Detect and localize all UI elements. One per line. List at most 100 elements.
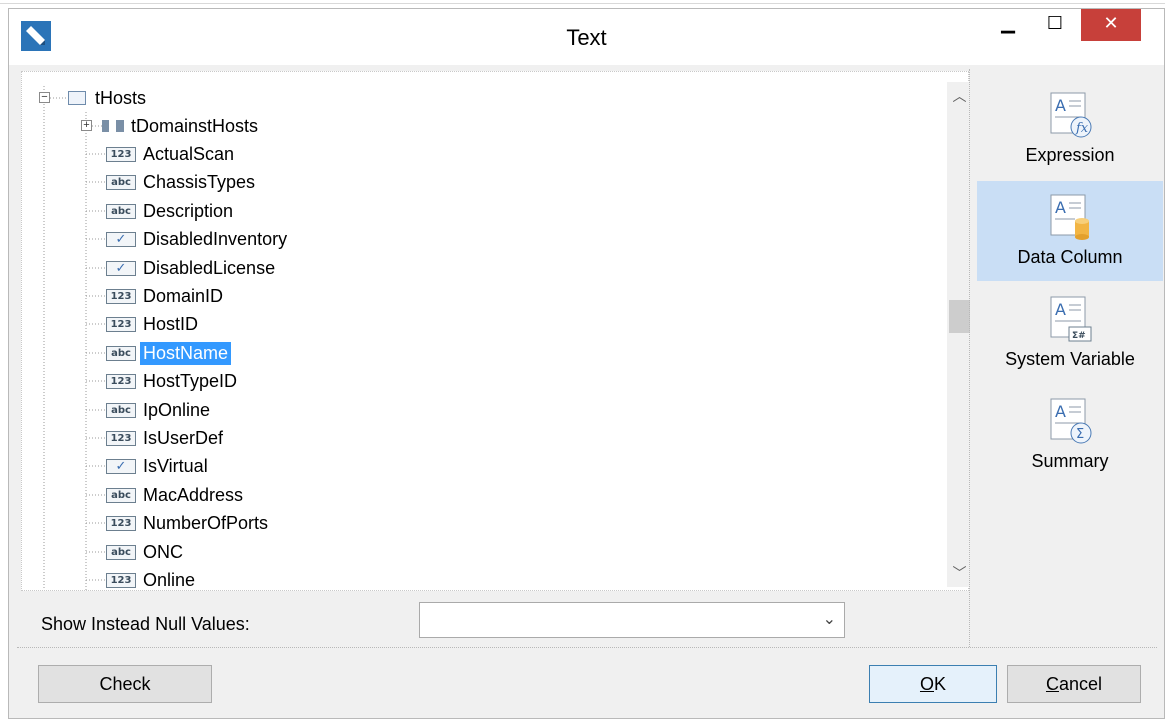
tree-field-item[interactable]: abc ONC: [106, 540, 186, 564]
tree-field-label: IsUserDef: [143, 427, 224, 448]
maximize-button[interactable]: ☐: [1035, 9, 1075, 39]
text-type-icon: abc: [106, 402, 136, 418]
summary-icon: A Σ: [1045, 393, 1095, 449]
tree-field-label: HostID: [143, 313, 199, 334]
svg-text:A: A: [1055, 198, 1066, 217]
numeric-type-icon: 123: [106, 146, 136, 162]
side-item-system-variable[interactable]: A Σ# System Variable: [977, 283, 1163, 383]
ok-label-rest: K: [934, 674, 947, 694]
boolean-type-icon: ✓: [106, 458, 136, 474]
tree-field-label: DisabledInventory: [143, 228, 288, 249]
cancel-label-rest: ancel: [1058, 674, 1103, 694]
side-item-summary[interactable]: A Σ Summary: [977, 385, 1163, 485]
minimize-button[interactable]: ▁: [989, 9, 1027, 39]
tree-field-item[interactable]: ✓ DisabledLicense: [106, 256, 278, 280]
tree-field-item[interactable]: abc IpOnline: [106, 398, 213, 422]
text-type-icon: abc: [106, 345, 136, 361]
insert-type-panel: A fx Expression A Data Column A Σ# Syste…: [973, 69, 1163, 647]
boolean-type-icon: ✓: [106, 260, 136, 276]
text-dialog: Text ▁ ☐ ✕ − tHosts + tDomainstHosts 123…: [8, 8, 1165, 719]
cancel-button[interactable]: Cancel: [1007, 665, 1141, 703]
scroll-thumb[interactable]: [949, 300, 970, 333]
close-icon: ✕: [1103, 13, 1119, 33]
svg-text:fx: fx: [1075, 121, 1089, 136]
screen-top-edge: [0, 0, 1165, 4]
svg-text:Σ: Σ: [1076, 427, 1084, 442]
ok-button[interactable]: OK: [869, 665, 997, 703]
tree-field-item[interactable]: abc ChassisTypes: [106, 170, 258, 194]
field-tree[interactable]: − tHosts + tDomainstHosts 123 ActualScan a…: [21, 71, 972, 592]
tree-collapse-toggle[interactable]: −: [39, 92, 50, 103]
tree-field-item[interactable]: 123 ActualScan: [106, 142, 237, 166]
tree-field-label: Description: [143, 200, 234, 221]
tree-field-label: NumberOfPorts: [143, 512, 269, 533]
tree-field-label: ChassisTypes: [143, 171, 256, 192]
tree-field-item[interactable]: 123 Online: [106, 568, 198, 592]
table-icon: [68, 91, 86, 105]
tree-field-item[interactable]: abc HostName: [106, 341, 232, 365]
tree-field-item[interactable]: 123 HostTypeID: [106, 369, 240, 393]
side-item-label: Data Column: [1017, 247, 1123, 267]
tree-field-label: MacAddress: [143, 484, 244, 505]
side-item-data-column[interactable]: A Data Column: [977, 181, 1163, 281]
check-button[interactable]: Check: [38, 665, 212, 703]
tree-node-label: tDomainstHosts: [131, 115, 259, 136]
numeric-type-icon: 123: [106, 316, 136, 332]
side-item-expression[interactable]: A fx Expression: [977, 79, 1163, 179]
chevron-down-icon: ⌄: [822, 611, 836, 628]
text-type-icon: abc: [106, 487, 136, 503]
tree-field-label: ONC: [143, 541, 183, 562]
svg-text:A: A: [1055, 402, 1066, 421]
panel-divider: [969, 69, 970, 647]
tree-field-label: HostName: [140, 341, 232, 365]
tree-field-item[interactable]: abc MacAddress: [106, 483, 246, 507]
minimize-icon: ▁: [1001, 13, 1015, 33]
side-item-label: System Variable: [1005, 349, 1135, 369]
ok-mnemonic: O: [919, 674, 934, 694]
tree-field-label: IsVirtual: [143, 455, 208, 476]
tree-expand-toggle[interactable]: +: [81, 120, 92, 131]
tree-field-label: Online: [143, 569, 196, 590]
numeric-type-icon: 123: [106, 288, 136, 304]
text-type-icon: abc: [106, 544, 136, 560]
numeric-type-icon: 123: [106, 430, 136, 446]
tree-field-item[interactable]: 123 IsUserDef: [106, 426, 226, 450]
tree-field-label: DisabledLicense: [143, 257, 276, 278]
text-type-icon: abc: [106, 174, 136, 190]
numeric-type-icon: 123: [106, 373, 136, 389]
numeric-type-icon: 123: [106, 572, 136, 588]
tree-field-item[interactable]: ✓ DisabledInventory: [106, 227, 290, 251]
data-column-icon: A: [1045, 189, 1095, 245]
system-variable-icon: A Σ#: [1045, 291, 1095, 347]
cancel-mnemonic: C: [1045, 674, 1059, 694]
null-values-row: Show Instead Null Values: ⌄: [21, 594, 969, 652]
null-values-label: Show Instead Null Values:: [41, 614, 250, 634]
tree-field-label: DomainID: [143, 285, 224, 306]
relation-icon: [102, 120, 124, 132]
svg-text:A: A: [1055, 300, 1066, 319]
close-button[interactable]: ✕: [1081, 9, 1141, 41]
expression-icon: A fx: [1045, 87, 1095, 143]
tree-field-label: HostTypeID: [143, 370, 238, 391]
tree-node-tdomainsthosts[interactable]: tDomainstHosts: [102, 114, 261, 138]
maximize-icon: ☐: [1046, 13, 1064, 33]
tree-field-item[interactable]: 123 NumberOfPorts: [106, 511, 271, 535]
side-item-label: Expression: [1025, 145, 1115, 165]
numeric-type-icon: 123: [106, 515, 136, 531]
text-type-icon: abc: [106, 203, 136, 219]
side-item-label: Summary: [1031, 451, 1109, 471]
footer-divider: [17, 647, 1157, 648]
boolean-type-icon: ✓: [106, 231, 136, 247]
svg-text:Σ#: Σ#: [1072, 331, 1086, 341]
svg-text:A: A: [1055, 96, 1066, 115]
tree-field-item[interactable]: abc Description: [106, 199, 236, 223]
tree-field-item[interactable]: ✓ IsVirtual: [106, 454, 211, 478]
tree-field-label: ActualScan: [143, 143, 235, 164]
null-values-dropdown[interactable]: ⌄: [419, 602, 845, 638]
tree-node-thosts[interactable]: tHosts: [68, 86, 149, 110]
title-bar[interactable]: Text ▁ ☐ ✕: [9, 9, 1164, 65]
tree-field-item[interactable]: 123 HostID: [106, 312, 201, 336]
tree-node-label: tHosts: [95, 87, 147, 108]
tree-field-label: IpOnline: [143, 399, 211, 420]
tree-field-item[interactable]: 123 DomainID: [106, 284, 226, 308]
